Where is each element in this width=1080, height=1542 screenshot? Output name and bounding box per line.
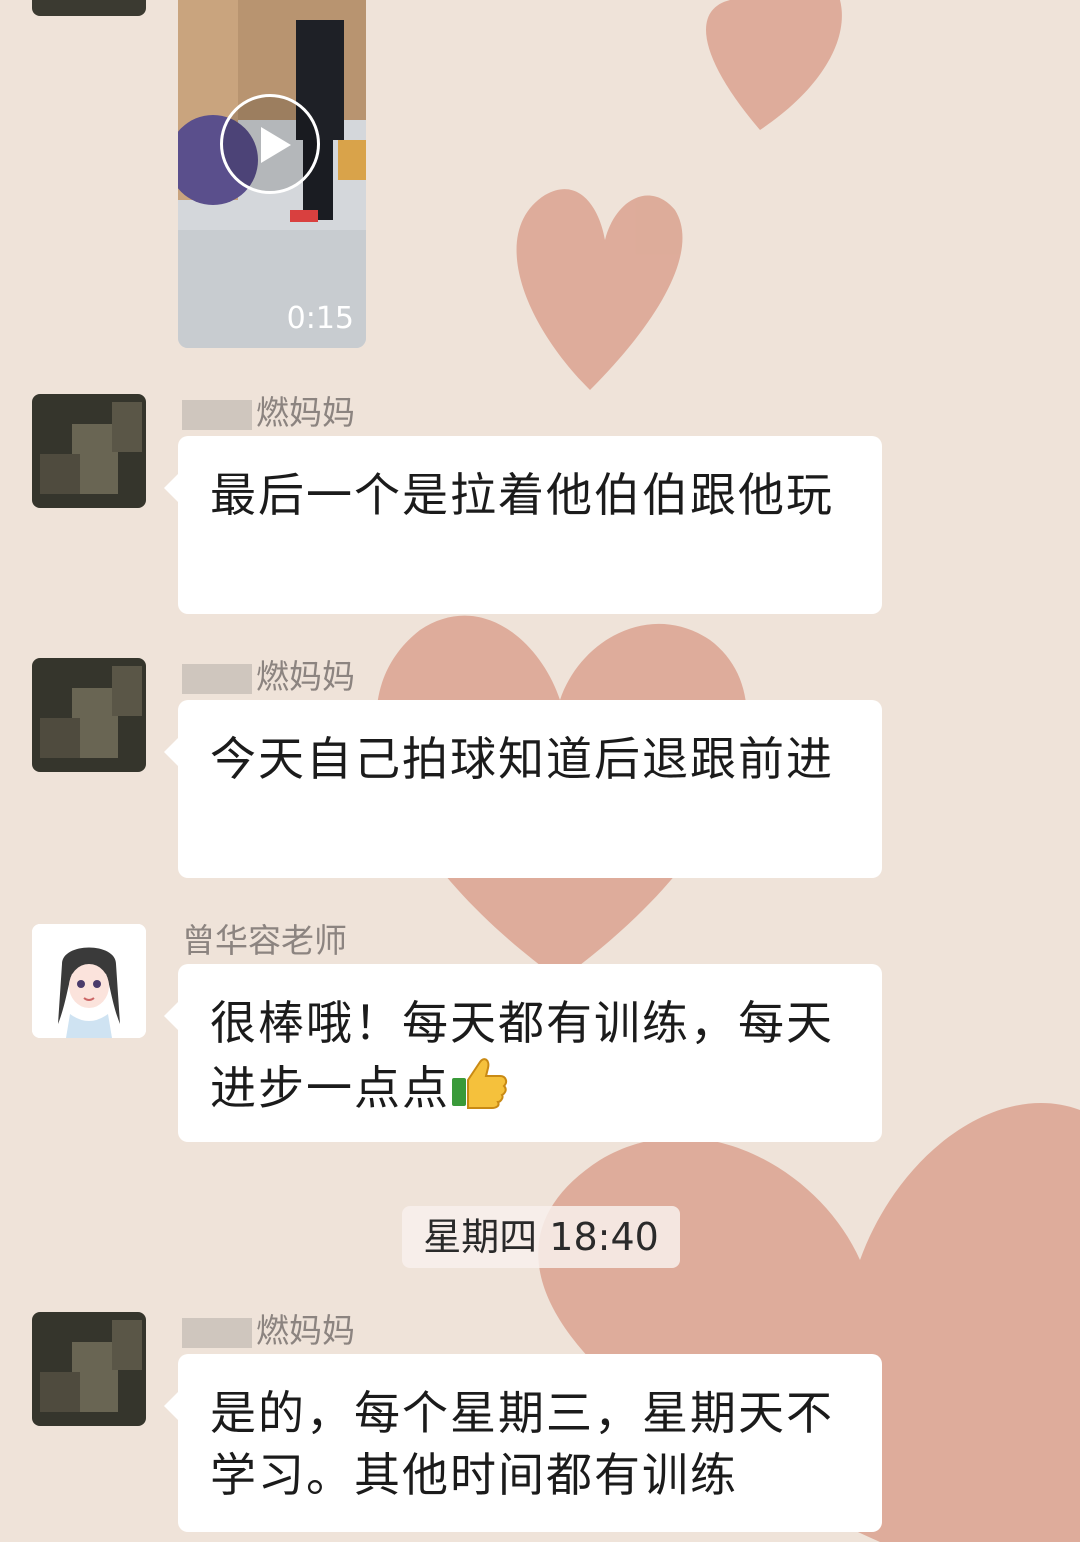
sender-name: 曾华容老师 (182, 921, 347, 960)
message-bubble[interactable]: 是的，每个星期三，星期天不学习。其他时间都有训练 (164, 1354, 882, 1532)
video-message[interactable]: 0:15 (178, 0, 366, 348)
message-text: 今天自己拍球知道后退跟前进 (210, 732, 834, 786)
avatar[interactable] (32, 924, 146, 1038)
sender-name: 燃妈妈 (182, 1304, 355, 1352)
avatar[interactable] (32, 658, 146, 772)
message-text: 最后一个是拉着他伯伯跟他玩 (210, 468, 834, 522)
video-duration: 0:15 (286, 301, 354, 336)
timestamp: 星期四 18:40 (402, 1206, 680, 1268)
message-bubble[interactable]: 今天自己拍球知道后退跟前进 (164, 700, 882, 878)
avatar[interactable] (32, 0, 146, 16)
play-icon[interactable] (220, 94, 320, 194)
sender-name: 燃妈妈 (182, 650, 355, 698)
message-text: 很棒哦！每天都有训练，每天进步一点点 (210, 996, 834, 1115)
teacher-avatar-image (32, 924, 146, 1038)
sender-name: 燃妈妈 (182, 386, 355, 434)
avatar[interactable] (32, 394, 146, 508)
thumbs-up-icon (450, 1054, 508, 1125)
message-bubble[interactable]: 很棒哦！每天都有训练，每天进步一点点 (164, 964, 882, 1142)
message-bubble[interactable]: 最后一个是拉着他伯伯跟他玩 (164, 436, 882, 614)
message-text: 是的，每个星期三，星期天不学习。其他时间都有训练 (210, 1386, 834, 1502)
avatar[interactable] (32, 1312, 146, 1426)
